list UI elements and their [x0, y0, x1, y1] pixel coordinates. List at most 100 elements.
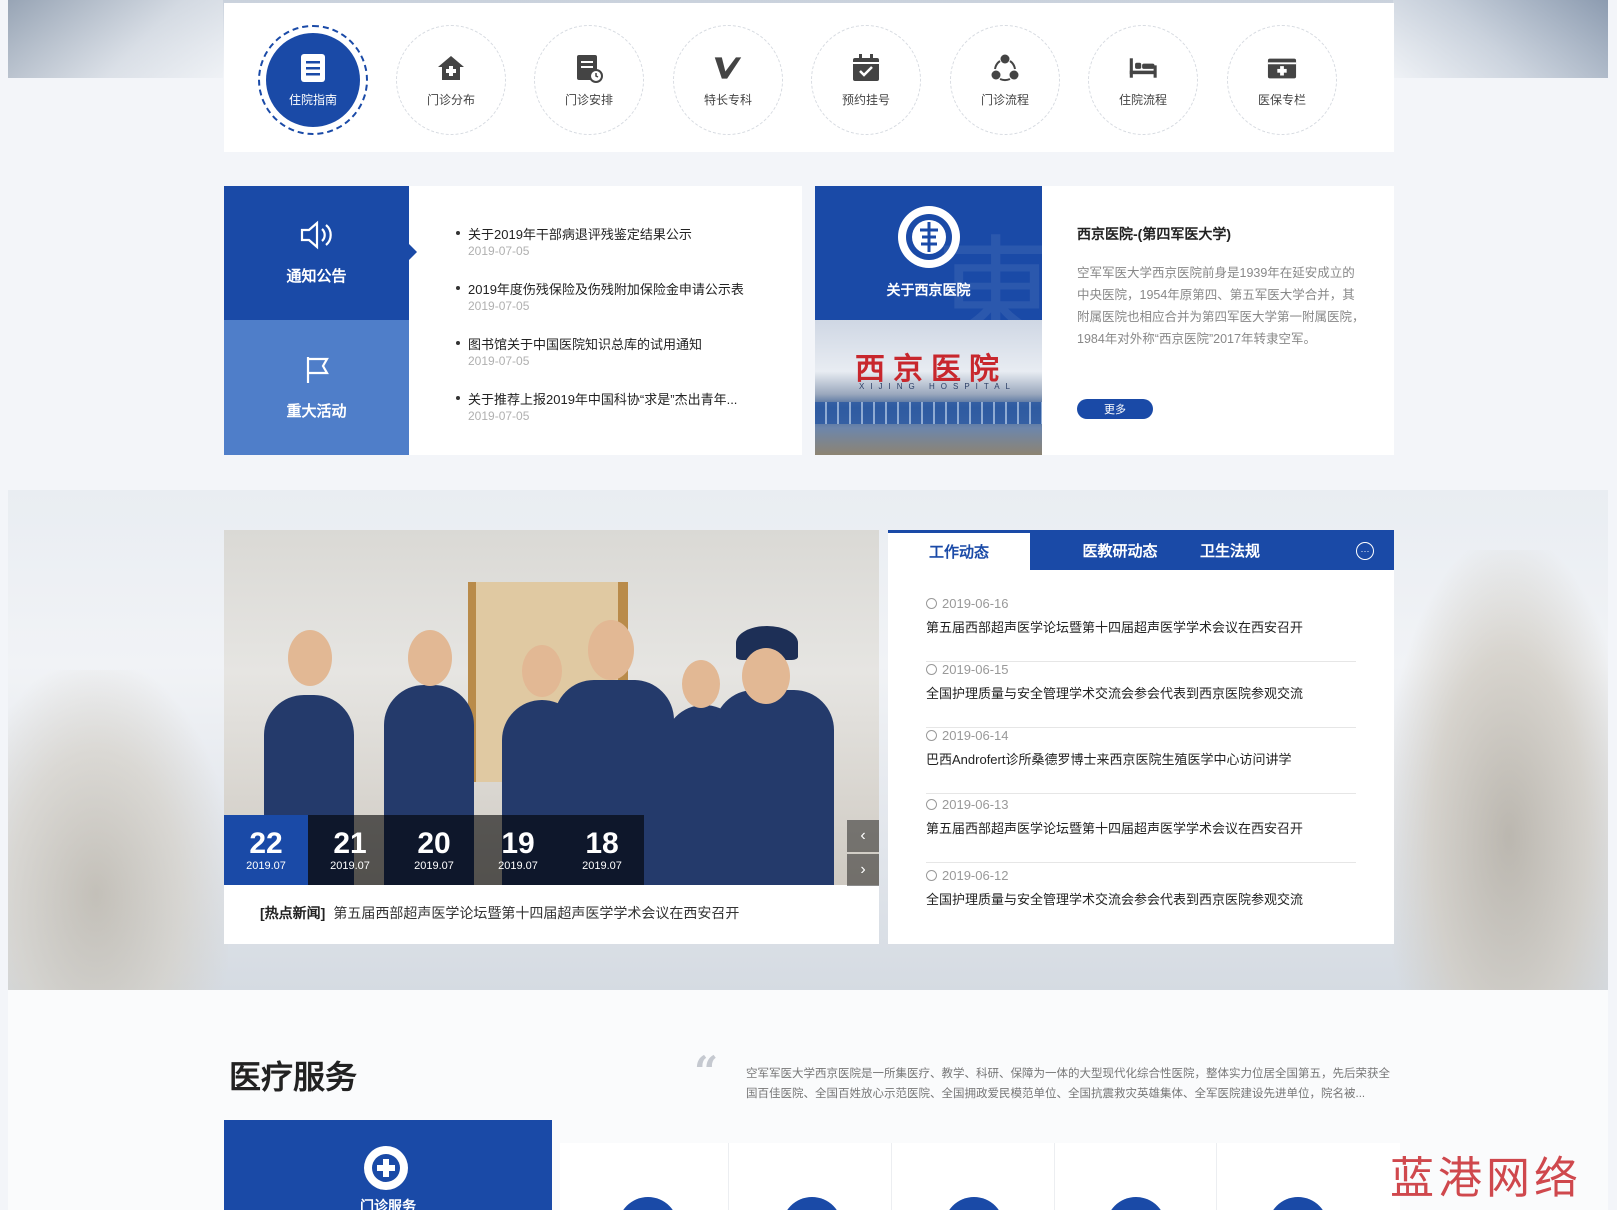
date-day: 20: [417, 827, 451, 860]
news-title[interactable]: 第五届西部超声医学论坛暨第十四届超声医学学术会议在西安召开: [926, 617, 1356, 636]
brand-watermark: 蓝港网络: [1390, 1153, 1582, 1204]
calendar-check-icon: [851, 53, 881, 83]
list-item[interactable]: 关于推荐上报2019年中国科协“求是”杰出青年... 2019-07-05: [456, 389, 786, 444]
chevron-right-icon[interactable]: ›: [847, 854, 879, 886]
news-date: 2019-06-15: [942, 662, 1009, 677]
caption-text: 第五届西部超声医学论坛暨第十四届超声医学学术会议在西安召开: [333, 905, 740, 921]
service-label: 医保专栏: [1257, 92, 1306, 107]
tab-notices[interactable]: 通知公告: [224, 186, 417, 320]
service-label: 门诊流程: [980, 92, 1029, 107]
schedule-clock-icon: [574, 53, 604, 83]
news-row[interactable]: 2019-06-13 第五届西部超声医学论坛暨第十四届超声医学学术会议在西安召开: [926, 797, 1356, 863]
watermark-emblem: 東: [936, 225, 1042, 320]
service-appointment[interactable]: 预约挂号: [811, 25, 921, 135]
bed-icon: [1128, 53, 1158, 83]
notice-panel: 通知公告 重大活动 关于2019年干部病退评残鉴定结果公示 2019-07-05…: [224, 186, 802, 455]
clock-icon: [926, 730, 937, 741]
section-description: 空军军医大学西京医院是一所集医疗、教学、科研、保障为一体的大型现代化综合性医院，…: [746, 1068, 1390, 1100]
service-label: 特长专科: [703, 92, 752, 107]
news-tab-bar: 工作动态 医教研动态 卫生法规 ···: [888, 530, 1394, 570]
hospital-building-photo: 西京医院 XIJING HOSPITAL: [815, 320, 1042, 455]
tab-label: 通知公告: [286, 268, 347, 285]
about-content: 西京医院-(第四军医大学) 空军军医大学西京医院前身是1939年在延安成立的中央…: [1077, 224, 1367, 350]
service-card-icon[interactable]: [618, 1197, 678, 1210]
news-row[interactable]: 2019-06-16 第五届西部超声医学论坛暨第十四届超声医学学术会议在西安召开: [926, 596, 1356, 662]
notice-date: 2019-07-05: [468, 299, 530, 313]
service-outpatient-schedule[interactable]: 门诊安排: [534, 25, 644, 135]
news-title[interactable]: 第五届西部超声医学论坛暨第十四届超声医学学术会议在西安召开: [926, 818, 1356, 837]
date-tab[interactable]: 21 2019.07: [308, 815, 392, 885]
service-specialties[interactable]: 特长专科: [673, 25, 783, 135]
tab-work-news[interactable]: 工作动态: [888, 530, 1030, 570]
about-hospital-tab[interactable]: 東 关于西京医院: [815, 186, 1042, 320]
date-month: 2019.07: [330, 860, 370, 872]
clock-icon: [926, 870, 937, 881]
service-card-icon[interactable]: [1106, 1197, 1166, 1210]
news-date: 2019-06-13: [942, 797, 1009, 812]
outpatient-service-card[interactable]: 门诊服务: [224, 1120, 552, 1210]
service-label: 住院流程: [1118, 92, 1167, 107]
list-item[interactable]: 2019年度伤残保险及伤残附加保险金申请公示表 2019-07-05: [456, 279, 786, 334]
date-tab[interactable]: 18 2019.07: [560, 815, 644, 885]
tab-label: 重大活动: [286, 402, 347, 420]
document-icon: [298, 53, 328, 83]
cycle-icon: [990, 53, 1020, 83]
notice-list: 关于2019年干部病退评残鉴定结果公示 2019-07-05 2019年度伤残保…: [456, 224, 786, 444]
service-outpatient-process[interactable]: 门诊流程: [950, 25, 1060, 135]
notice-date: 2019-07-05: [468, 409, 530, 423]
news-title[interactable]: 巴西Androfert诊所桑德罗博士来西京医院生殖医学中心访问讲学: [926, 749, 1356, 768]
about-panel: 東 关于西京医院 西京医院 XIJING HOSPITAL 西京医院-(第四军医…: [815, 186, 1394, 455]
slider-arrows: ‹ ›: [847, 820, 879, 888]
news-title[interactable]: 全国护理质量与安全管理学术交流会参会代表到西京医院参观交流: [926, 889, 1356, 908]
news-title[interactable]: 全国护理质量与安全管理学术交流会参会代表到西京医院参观交流: [926, 683, 1356, 702]
news-row[interactable]: 2019-06-12 全国护理质量与安全管理学术交流会参会代表到西京医院参观交流: [926, 868, 1356, 934]
about-heading: 西京医院-(第四军医大学): [1077, 226, 1231, 242]
news-date: 2019-06-12: [942, 868, 1009, 883]
service-card-icon[interactable]: [1268, 1197, 1328, 1210]
home-plus-icon: [436, 53, 466, 83]
date-tab[interactable]: 19 2019.07: [476, 815, 560, 885]
clock-icon: [926, 799, 937, 810]
service-card-icon[interactable]: [782, 1197, 842, 1210]
more-button[interactable]: 更多: [1077, 399, 1153, 419]
flag-icon: [303, 355, 331, 390]
service-inpatient-process[interactable]: 住院流程: [1088, 25, 1198, 135]
service-medical-insurance[interactable]: 医保专栏: [1227, 25, 1337, 135]
notice-title[interactable]: 关于2019年干部病退评残鉴定结果公示: [468, 224, 786, 243]
service-inpatient-guide[interactable]: 住院指南: [258, 25, 368, 135]
v-badge-icon: [713, 53, 743, 83]
list-item[interactable]: 图书馆关于中国医院知识总库的试用通知 2019-07-05: [456, 334, 786, 389]
date-day: 18: [585, 827, 619, 860]
card-label: 门诊服务: [360, 1198, 416, 1210]
date-month: 2019.07: [414, 860, 454, 872]
insurance-card-icon: [1267, 53, 1297, 83]
news-tabs-panel: 工作动态 医教研动态 卫生法规 ··· 2019-06-16 第五届西部超声医学…: [888, 530, 1394, 944]
notice-title[interactable]: 2019年度伤残保险及伤残附加保险金申请公示表: [468, 279, 786, 298]
date-tab[interactable]: 22 2019.07: [224, 815, 308, 885]
date-day: 21: [333, 827, 367, 860]
medical-plus-icon: [364, 1146, 408, 1190]
service-label: 预约挂号: [841, 92, 890, 107]
news-row[interactable]: 2019-06-14 巴西Androfert诊所桑德罗博士来西京医院生殖医学中心…: [926, 728, 1356, 794]
more-dots-icon[interactable]: ···: [1356, 542, 1374, 560]
service-card-icon[interactable]: [944, 1197, 1004, 1210]
service-label: 门诊安排: [564, 92, 613, 107]
date-month: 2019.07: [582, 860, 622, 872]
tab-research-news[interactable]: 医教研动态: [1060, 530, 1180, 570]
clock-icon: [926, 598, 937, 609]
notice-title[interactable]: 关于推荐上报2019年中国科协“求是”杰出青年...: [468, 389, 786, 408]
notice-title[interactable]: 图书馆关于中国医院知识总库的试用通知: [468, 334, 786, 353]
tab-major-events[interactable]: 重大活动: [224, 320, 409, 455]
notice-date: 2019-07-05: [468, 354, 530, 368]
chevron-left-icon[interactable]: ‹: [847, 820, 879, 852]
date-tab[interactable]: 20 2019.07: [392, 815, 476, 885]
news-row[interactable]: 2019-06-15 全国护理质量与安全管理学术交流会参会代表到西京医院参观交流: [926, 662, 1356, 728]
date-day: 22: [249, 827, 283, 860]
list-item[interactable]: 关于2019年干部病退评残鉴定结果公示 2019-07-05: [456, 224, 786, 279]
slider-caption[interactable]: [热点新闻] 第五届西部超声医学论坛暨第十四届超声医学学术会议在西安召开: [260, 903, 739, 923]
date-thumbnails: 22 2019.07 21 2019.07 20 2019.07 19 2019…: [224, 815, 644, 885]
service-outpatient-distribution[interactable]: 门诊分布: [396, 25, 506, 135]
date-day: 19: [501, 827, 535, 860]
tab-health-regulations[interactable]: 卫生法规: [1180, 530, 1280, 570]
quote-icon: “: [694, 1047, 719, 1096]
